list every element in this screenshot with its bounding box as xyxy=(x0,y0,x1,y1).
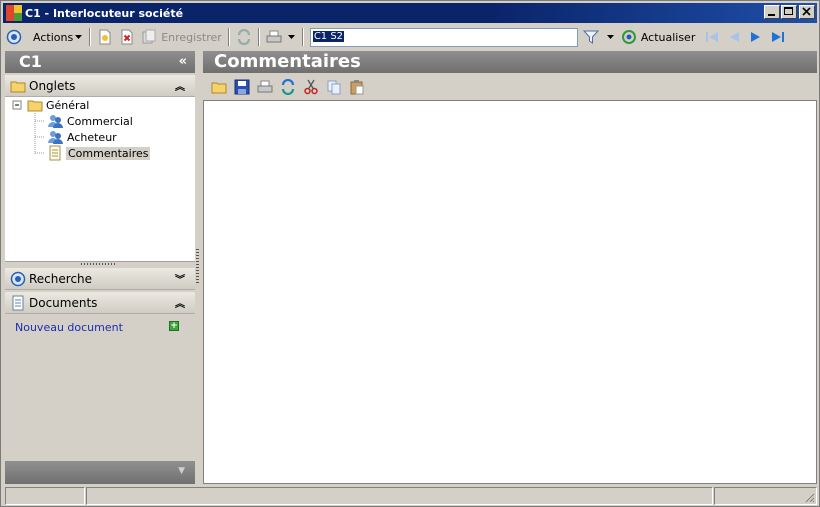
new-document-link[interactable]: Nouveau document xyxy=(15,321,123,334)
title-bar[interactable]: C1 - Interlocuteur société xyxy=(3,3,817,23)
printer-icon[interactable] xyxy=(257,79,273,95)
search-input[interactable]: C1 S2 xyxy=(309,27,578,47)
close-icon xyxy=(802,7,811,16)
actions-label: Actions xyxy=(33,30,74,44)
next-icon xyxy=(751,32,761,42)
tree-node-acheteur[interactable]: Acheteur xyxy=(47,129,117,145)
filter-button[interactable] xyxy=(578,26,618,48)
tree-node-label: Général xyxy=(46,98,90,112)
status-cell-2 xyxy=(86,487,713,505)
first-icon xyxy=(706,32,719,42)
add-icon[interactable]: + xyxy=(169,321,179,331)
target-circle-icon xyxy=(10,271,26,286)
next-record-button[interactable] xyxy=(745,26,767,48)
minimize-button[interactable] xyxy=(764,5,780,19)
tree-node-general[interactable]: Général xyxy=(27,97,89,113)
target-circle-icon xyxy=(6,29,22,45)
delete-button[interactable] xyxy=(116,26,138,48)
documents-section-header[interactable]: Documents ︽ xyxy=(5,292,195,314)
dropdown-arrow-icon xyxy=(287,35,295,39)
expand-down-icon[interactable]: ︾ xyxy=(175,271,185,286)
new-button[interactable] xyxy=(94,26,116,48)
tree-node-label: Commercial xyxy=(67,114,133,128)
editor-toolbar xyxy=(203,75,817,99)
tabs-section-label: Onglets xyxy=(29,78,76,93)
previous-record-button[interactable] xyxy=(723,26,745,48)
search-section-header[interactable]: Recherche ︾ xyxy=(5,268,195,290)
last-record-button[interactable] xyxy=(767,26,789,48)
note-icon xyxy=(49,145,61,161)
collapse-up-icon[interactable]: ︽ xyxy=(175,78,185,93)
refresh-icon xyxy=(621,30,636,44)
users-icon xyxy=(48,131,63,144)
collapse-up-icon[interactable]: ︽ xyxy=(175,295,185,310)
status-bar xyxy=(5,487,817,505)
save-button[interactable]: Enregistrer xyxy=(138,26,225,48)
documents-area: Nouveau document + xyxy=(5,315,195,460)
close-button[interactable] xyxy=(799,5,815,19)
tree-node-label: Commentaires xyxy=(66,146,151,160)
sync-button[interactable] xyxy=(233,26,255,48)
print-button[interactable] xyxy=(263,26,299,48)
save-copy-icon xyxy=(142,29,156,44)
save-label: Enregistrer xyxy=(161,30,222,44)
tabs-section-header[interactable]: Onglets ︽ xyxy=(5,75,195,97)
content-title: Commentaires xyxy=(214,51,361,72)
left-panel-footer: ▼ xyxy=(5,461,195,484)
tree-node-commentaires[interactable]: Commentaires xyxy=(47,145,151,161)
dropdown-arrow-icon xyxy=(606,35,614,39)
printer-icon xyxy=(266,30,282,43)
document-icon xyxy=(12,295,24,310)
folder-icon xyxy=(10,81,26,92)
record-title: C1 xyxy=(19,52,42,71)
nav-circle-button[interactable] xyxy=(3,26,25,48)
main-toolbar: Actions Enregistrer C1 S2 Actualiser xyxy=(3,25,817,49)
sync-icon xyxy=(237,29,250,45)
collapse-panel-icon[interactable]: « xyxy=(179,51,187,73)
tree-node-label: Acheteur xyxy=(67,130,117,144)
splitter-grip[interactable] xyxy=(81,263,117,265)
chevron-down-icon[interactable]: ▼ xyxy=(178,466,185,476)
comments-editor[interactable] xyxy=(203,100,817,484)
tree-node-commercial[interactable]: Commercial xyxy=(47,113,133,129)
delete-icon xyxy=(121,29,133,45)
status-cell-3 xyxy=(714,487,817,505)
save-icon[interactable] xyxy=(234,79,250,95)
record-header: C1 « xyxy=(5,51,195,73)
resize-grip-icon[interactable] xyxy=(803,491,815,503)
status-cell-1 xyxy=(5,487,85,505)
app-window: C1 - Interlocuteur société Actions Enreg… xyxy=(0,0,820,507)
dropdown-arrow-icon xyxy=(75,35,83,39)
first-record-button[interactable] xyxy=(698,26,723,48)
search-value: C1 S2 xyxy=(312,30,345,42)
users-icon xyxy=(48,115,63,128)
app-icon xyxy=(6,5,22,21)
content-header: Commentaires xyxy=(203,51,817,73)
refresh-label: Actualiser xyxy=(640,30,696,44)
new-document-icon xyxy=(99,29,111,45)
open-folder-icon[interactable] xyxy=(211,79,227,95)
paste-icon[interactable] xyxy=(349,79,365,95)
actions-menu-button[interactable]: Actions xyxy=(25,26,86,48)
filter-funnel-icon xyxy=(582,30,599,44)
cut-icon[interactable] xyxy=(303,79,319,95)
documents-section-label: Documents xyxy=(29,295,98,310)
tabs-tree: Général Commercial Acheteur Commentaires xyxy=(5,97,195,262)
last-icon xyxy=(772,32,785,42)
refresh-button[interactable]: Actualiser xyxy=(618,26,699,48)
folder-icon xyxy=(27,100,43,112)
sync-icon[interactable] xyxy=(280,79,296,95)
previous-icon xyxy=(730,32,740,42)
maximize-button[interactable] xyxy=(781,5,797,19)
copy-icon[interactable] xyxy=(326,79,342,95)
vertical-splitter[interactable] xyxy=(196,249,199,283)
window-title: C1 - Interlocuteur société xyxy=(25,6,184,20)
search-section-label: Recherche xyxy=(29,271,93,286)
